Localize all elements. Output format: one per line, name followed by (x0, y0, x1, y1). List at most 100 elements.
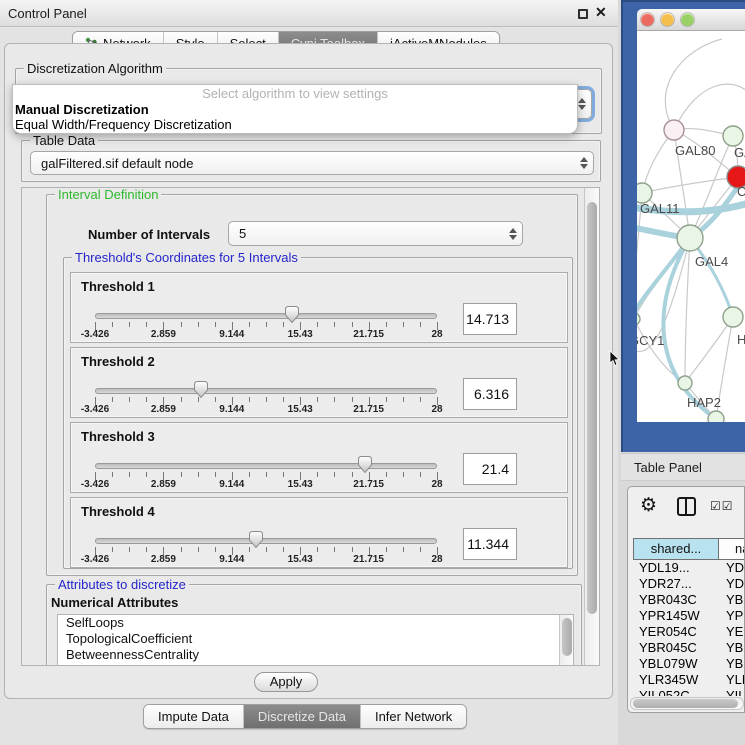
slider-thumb[interactable] (193, 380, 209, 399)
network-edge (685, 238, 690, 383)
node-gcy1[interactable] (637, 313, 640, 325)
network-window-titlebar[interactable] (637, 9, 745, 31)
tick-label: 28 (431, 404, 442, 415)
settings-vertical-scrollbar[interactable] (584, 188, 599, 665)
dropdown-option-manual-discretization[interactable]: Manual Discretization (13, 102, 577, 117)
table-cell: YBR043C (633, 592, 719, 608)
node-bottom[interactable] (708, 411, 724, 422)
attribute-list-item[interactable]: TopologicalCoefficient (58, 631, 573, 647)
cyni-toolbox-panel: Discretization Algorithm Table Data galF… (4, 43, 613, 699)
tick-label: 2.859 (151, 404, 176, 415)
node-right-h[interactable] (723, 307, 743, 327)
num-intervals-combobox[interactable]: 5 (228, 221, 523, 246)
network-canvas[interactable]: GAL80GACGAL11GAL4GCY1HHAP2 (637, 31, 745, 422)
minimize-light[interactable] (661, 13, 674, 26)
table-body: YDL19...YDL1YDR27...YDR2YBR043CYBR0YPR14… (633, 560, 745, 696)
slider-track[interactable] (95, 538, 437, 544)
tick-label: 15.43 (288, 554, 313, 565)
slider-thumb[interactable] (248, 530, 264, 549)
table-cell: YBR0 (719, 592, 745, 608)
table-row[interactable]: YER054CYER0 (633, 624, 745, 640)
table-cell: YER054C (633, 624, 719, 640)
network-edge (674, 84, 745, 130)
slider-track[interactable] (95, 313, 437, 319)
table-data-combobox[interactable]: galFiltered.sif default node (30, 151, 594, 175)
table-toolbar: ⚙ ☑☑ (628, 487, 744, 527)
attributes-list-scrollbar[interactable] (559, 615, 573, 666)
tick-label: 9.144 (219, 329, 244, 340)
scrollbar-thumb[interactable] (633, 699, 738, 708)
scrollbar-thumb[interactable] (587, 202, 597, 614)
column-header-shared-name[interactable]: shared... (633, 538, 719, 560)
apply-button[interactable]: Apply (254, 672, 318, 692)
tick-label: 9.144 (219, 479, 244, 490)
numerical-attributes-list[interactable]: SelfLoopsTopologicalCoefficientBetweenne… (57, 614, 574, 666)
threshold-value-field[interactable]: 14.713 (463, 303, 517, 335)
table-row[interactable]: YBR045CYBR0 (633, 640, 745, 656)
table-horizontal-scrollbar[interactable] (630, 697, 744, 710)
slider-thumb[interactable] (284, 305, 300, 324)
table-cell: YDR2 (719, 576, 745, 592)
table-row[interactable]: YDL19...YDL1 (633, 560, 745, 576)
close-icon[interactable]: ✕ (595, 4, 607, 21)
slider-track[interactable] (95, 388, 437, 394)
scrollbar-thumb[interactable] (562, 618, 572, 656)
threshold-value-field[interactable]: 6.316 (463, 378, 517, 410)
table-data-group: Table Data galFiltered.sif default node (21, 140, 601, 182)
threshold-row-4: Threshold 4-3.4262.8599.14415.4321.71528… (70, 497, 568, 568)
table-row[interactable]: YIL052CYIL0 (633, 688, 745, 696)
threshold-value-field[interactable]: 11.344 (463, 528, 517, 560)
threshold-value-field[interactable]: 21.4 (463, 453, 517, 485)
tick-label: -3.426 (81, 479, 109, 490)
num-intervals-label: Number of Intervals (88, 227, 210, 242)
node-gal11[interactable] (637, 183, 652, 203)
dropdown-option-equal-width-frequency[interactable]: Equal Width/Frequency Discretization (13, 117, 577, 132)
tab-discretize-data[interactable]: Discretize Data (244, 705, 361, 728)
table-row[interactable]: YBR043CYBR0 (633, 592, 745, 608)
tab-impute-data[interactable]: Impute Data (144, 705, 244, 728)
table-cell: YLR3 (719, 672, 745, 688)
tick-label: 9.144 (219, 554, 244, 565)
algorithm-dropdown-popup: Select algorithm to view settings Manual… (12, 84, 578, 134)
tick-label: -3.426 (81, 554, 109, 565)
table-cell: YDL1 (719, 560, 745, 576)
numerical-attributes-label: Numerical Attributes (51, 595, 178, 610)
node-hap2[interactable] (678, 376, 692, 390)
control-panel-titlebar: Control Panel (0, 0, 618, 27)
tab-infer-network[interactable]: Infer Network (361, 705, 466, 728)
interval-definition-group-title: Interval Definition (55, 187, 161, 202)
tick-label: 15.43 (288, 329, 313, 340)
settings-scroll-pane: Interval Definition Number of Intervals … (21, 187, 600, 666)
split-columns-icon[interactable] (677, 497, 696, 516)
table-cell: YBL079W (633, 656, 719, 672)
slider-thumb[interactable] (357, 455, 373, 474)
num-intervals-value: 5 (239, 222, 500, 245)
attribute-list-item[interactable]: BetweennessCentrality (58, 647, 573, 663)
table-row[interactable]: YLR345WYLR3 (633, 672, 745, 688)
checkbox-icons[interactable]: ☑☑ (710, 499, 734, 513)
node-label-c: C (737, 184, 745, 199)
column-header-name[interactable]: na (719, 538, 745, 560)
attribute-list-item[interactable]: SelfLoops (58, 615, 573, 631)
gear-icon[interactable]: ⚙ (640, 494, 657, 516)
threshold-row-3: Threshold 3-3.4262.8599.14415.4321.71528… (70, 422, 568, 493)
node-top-right[interactable] (723, 126, 743, 146)
table-cell: YDR27... (633, 576, 719, 592)
node-gal80[interactable] (664, 120, 684, 140)
table-panel-header: Table Panel (621, 453, 745, 481)
node-label-ga: GA (734, 145, 745, 160)
table-cell: YER0 (719, 624, 745, 640)
close-light[interactable] (641, 13, 654, 26)
table-row[interactable]: YPR145WYPR1 (633, 608, 745, 624)
float-window-icon[interactable] (578, 9, 588, 19)
bottom-tab-bar: Impute DataDiscretize DataInfer Network (143, 704, 467, 729)
threshold-label: Threshold 2 (81, 354, 155, 369)
slider-track[interactable] (95, 463, 437, 469)
thresholds-group: Threshold's Coordinates for 5 Intervals … (63, 257, 573, 569)
network-edge (685, 317, 733, 383)
node-gal4[interactable] (677, 225, 703, 251)
table-row[interactable]: YBL079WYBL0 (633, 656, 745, 672)
network-view-window: GAL80GACGAL11GAL4GCY1HHAP2 (621, 0, 745, 452)
zoom-light[interactable] (681, 13, 694, 26)
table-row[interactable]: YDR27...YDR2 (633, 576, 745, 592)
